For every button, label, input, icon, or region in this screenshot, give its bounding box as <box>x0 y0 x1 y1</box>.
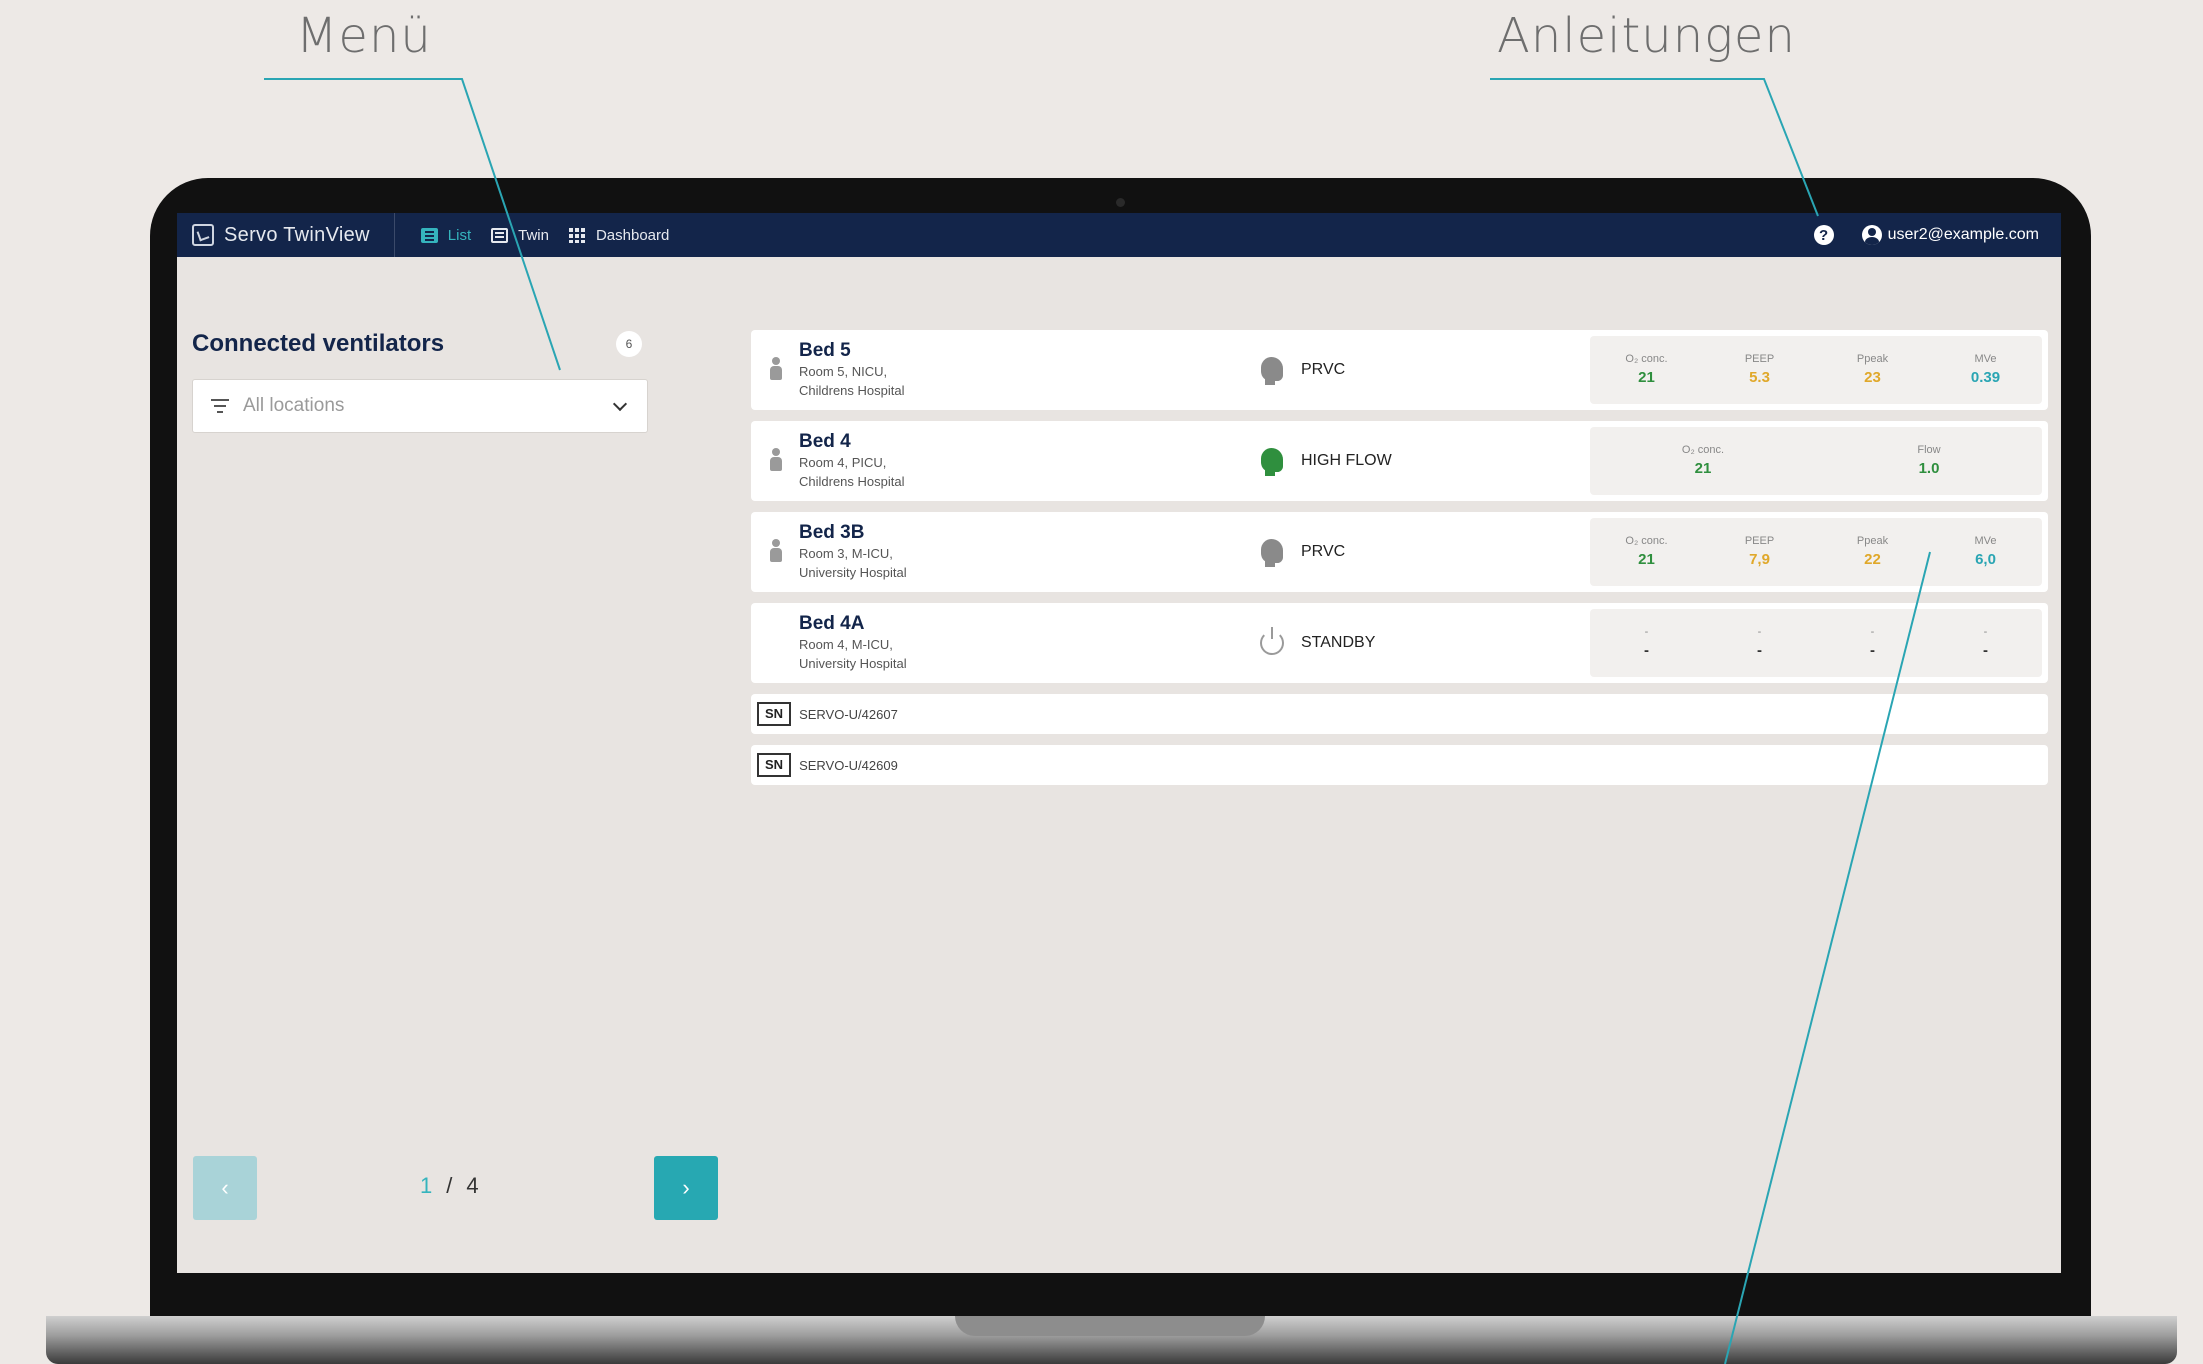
bed-info: Bed 4 Room 4, PICU, Childrens Hospital <box>799 431 1259 491</box>
bed-info: Bed 3B Room 3, M-ICU, University Hospita… <box>799 522 1259 582</box>
param-mve: MVe 6,0 <box>1974 535 1997 568</box>
nav-twin-label: Twin <box>518 226 549 244</box>
head-icon-green <box>1259 447 1285 476</box>
nav-dashboard[interactable]: Dashboard <box>568 226 670 244</box>
camera-dot <box>1116 198 1125 207</box>
current-page: 1 <box>420 1173 433 1198</box>
ventilator-row-bed-4a[interactable]: Bed 4A Room 4, M-ICU, University Hospita… <box>751 603 2048 683</box>
previous-page-button[interactable]: ‹ <box>193 1156 257 1220</box>
ventilator-row-bed-5[interactable]: Bed 5 Room 5, NICU, Childrens Hospital P… <box>751 330 2048 410</box>
unassigned-ventilator-row[interactable]: SN SERVO-U/42609 <box>751 745 2048 785</box>
annotation-menu-label: Menü <box>296 8 432 64</box>
annotation-guides-label: Anleitungen <box>1497 8 1796 64</box>
param-ppeak: Ppeak 23 <box>1856 353 1889 386</box>
bed-location-line2: University Hospital <box>799 656 907 671</box>
param-empty: -- <box>1983 626 1988 659</box>
servo-logo-icon <box>192 224 214 246</box>
serial-number-badge: SN <box>757 702 792 726</box>
patient-icon <box>765 537 787 567</box>
param-peep: PEEP 5.3 <box>1744 353 1775 386</box>
param-o2-conc: O₂ conc. 21 <box>1681 444 1725 477</box>
param-empty: -- <box>1870 626 1875 659</box>
bed-location-line2: Childrens Hospital <box>799 383 905 398</box>
serial-number: SERVO-U/42609 <box>799 757 898 773</box>
param-o2-conc: O₂ conc. 21 <box>1625 353 1668 386</box>
bed-name: Bed 5 <box>799 340 851 361</box>
ventilation-mode: HIGH FLOW <box>1259 447 1589 476</box>
bed-info: Bed 4A Room 4, M-ICU, University Hospita… <box>799 613 1259 673</box>
param-flow: Flow 1.0 <box>1917 444 1941 477</box>
ventilation-mode: PRVC <box>1259 356 1589 385</box>
user-account-icon[interactable] <box>1861 225 1882 245</box>
brand-name: Servo TwinView <box>224 223 370 246</box>
bed-name: Bed 4A <box>799 613 865 634</box>
bed-name: Bed 4 <box>799 431 851 452</box>
mode-text: HIGH FLOW <box>1301 452 1392 469</box>
head-icon <box>1259 538 1285 567</box>
mode-text: STANDBY <box>1301 634 1376 651</box>
chevron-down-icon <box>612 396 628 411</box>
nav-list-label: List <box>447 226 472 244</box>
ventilation-mode: PRVC <box>1259 538 1589 567</box>
brand[interactable]: Servo TwinView <box>177 213 395 257</box>
twin-icon <box>491 227 509 243</box>
patient-icon <box>765 355 787 385</box>
bed-location-line2: Childrens Hospital <box>799 474 905 489</box>
laptop-notch <box>955 1316 1265 1336</box>
parameter-panel: O₂ conc. 21 Flow 1.0 <box>1590 427 2042 495</box>
param-mve: MVe 0.39 <box>1970 353 2001 386</box>
bed-location-line1: Room 4, PICU, <box>799 455 887 470</box>
patient-icon <box>765 446 787 476</box>
head-icon <box>1259 356 1285 385</box>
param-peep: PEEP 7,9 <box>1744 535 1775 568</box>
nav-list[interactable]: List <box>420 226 472 244</box>
ventilator-row-bed-3b[interactable]: Bed 3B Room 3, M-ICU, University Hospita… <box>751 512 2048 592</box>
bed-name: Bed 3B <box>799 522 865 543</box>
mode-text: PRVC <box>1301 361 1346 378</box>
user-email[interactable]: user2@example.com <box>1888 226 2039 244</box>
param-empty: -- <box>1644 626 1649 659</box>
location-filter-value: All locations <box>243 395 345 416</box>
dashboard-grid-icon <box>568 227 586 243</box>
serial-number-badge: SN <box>757 753 792 777</box>
nav-twin[interactable]: Twin <box>491 227 549 244</box>
power-icon <box>1259 627 1285 657</box>
parameter-panel: O₂ conc. 21 PEEP 7,9 Ppeak 22 MVe 6,0 <box>1590 518 2042 586</box>
bed-location-line1: Room 4, M-ICU, <box>799 637 893 652</box>
patient-placeholder <box>765 628 787 658</box>
app-screen: Servo TwinView List Twin Dashboard ? use… <box>177 213 2061 1273</box>
topbar-right: ? user2@example.com <box>1813 225 2061 245</box>
bed-info: Bed 5 Room 5, NICU, Childrens Hospital <box>799 340 1259 400</box>
unassigned-ventilator-row[interactable]: SN SERVO-U/42607 <box>751 694 2048 734</box>
bed-location-line1: Room 5, NICU, <box>799 364 888 379</box>
ventilation-mode: STANDBY <box>1259 627 1589 657</box>
top-navigation-bar: Servo TwinView List Twin Dashboard ? use… <box>177 213 2061 257</box>
parameter-panel: O₂ conc. 21 PEEP 5.3 Ppeak 23 MVe 0.39 <box>1590 336 2042 404</box>
bed-location-line2: University Hospital <box>799 565 907 580</box>
param-ppeak: Ppeak 22 <box>1856 535 1889 568</box>
list-icon <box>420 227 438 243</box>
mode-text: PRVC <box>1301 543 1346 560</box>
bed-location-line1: Room 3, M-ICU, <box>799 546 893 561</box>
connected-ventilators-title: Connected ventilators <box>192 330 445 357</box>
ventilator-row-bed-4[interactable]: Bed 4 Room 4, PICU, Childrens Hospital H… <box>751 421 2048 501</box>
parameter-panel: -- -- -- -- <box>1590 609 2042 677</box>
next-page-button[interactable]: › <box>654 1156 718 1220</box>
filter-icon <box>211 399 229 413</box>
param-empty: -- <box>1757 626 1762 659</box>
ventilator-count-badge: 6 <box>616 331 642 357</box>
page-indicator: 1 / 4 <box>420 1173 479 1199</box>
nav-dashboard-label: Dashboard <box>595 226 670 244</box>
serial-number: SERVO-U/42607 <box>799 706 898 722</box>
ventilator-list: Bed 5 Room 5, NICU, Childrens Hospital P… <box>751 330 2048 796</box>
page-separator: / <box>446 1173 453 1198</box>
location-filter-select[interactable]: All locations <box>192 379 648 433</box>
help-icon[interactable]: ? <box>1813 225 1834 245</box>
param-o2-conc: O₂ conc. 21 <box>1625 535 1668 568</box>
total-pages: 4 <box>466 1173 479 1198</box>
